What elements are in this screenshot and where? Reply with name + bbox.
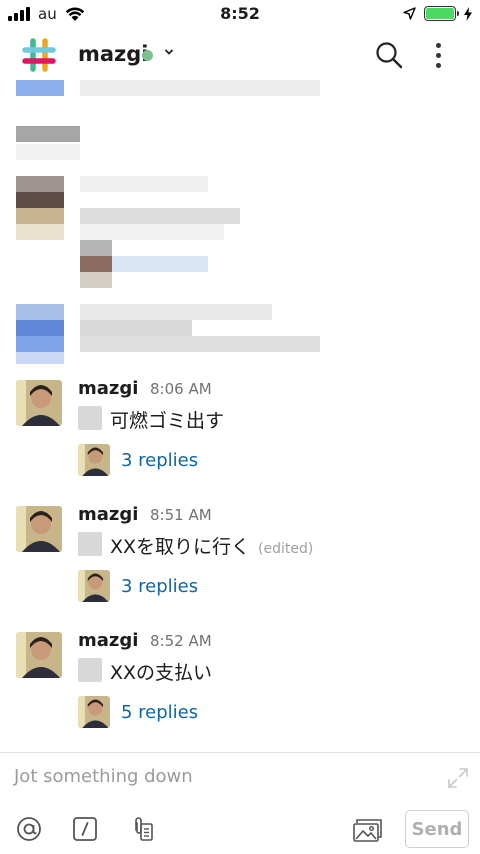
send-button[interactable]: Send bbox=[405, 810, 469, 848]
workspace-name[interactable]: mazgi bbox=[78, 42, 149, 66]
message-time: 8:06 AM bbox=[150, 380, 212, 398]
chevron-down-icon[interactable] bbox=[164, 48, 174, 56]
more-icon[interactable] bbox=[426, 40, 450, 70]
location-icon bbox=[403, 7, 416, 20]
avatar[interactable] bbox=[16, 632, 62, 678]
thread-avatar bbox=[78, 444, 110, 476]
message-author[interactable]: mazgi bbox=[78, 630, 138, 651]
message-input[interactable]: Jot something down bbox=[14, 766, 193, 787]
channel-header: mazgi bbox=[0, 30, 480, 80]
thread-replies-link[interactable]: 3 replies bbox=[121, 576, 198, 597]
emoji-icon bbox=[78, 658, 102, 682]
avatar[interactable] bbox=[16, 506, 62, 552]
message-author[interactable]: mazgi bbox=[78, 504, 138, 525]
charging-icon bbox=[464, 6, 472, 21]
emoji-icon bbox=[78, 406, 102, 430]
message-text: 可燃ゴミ出す bbox=[110, 410, 225, 432]
slash-command-icon[interactable] bbox=[71, 815, 99, 843]
message-time: 8:52 AM bbox=[150, 632, 212, 650]
message-text: XXを取りに行く (edited) bbox=[110, 536, 314, 558]
search-icon[interactable] bbox=[374, 40, 404, 70]
battery-icon bbox=[424, 6, 459, 21]
message-author[interactable]: mazgi bbox=[78, 378, 138, 399]
slack-logo-icon[interactable] bbox=[20, 36, 58, 74]
thread-avatar bbox=[78, 696, 110, 728]
battery-fill bbox=[426, 8, 454, 19]
photo-icon[interactable] bbox=[352, 815, 384, 843]
attachment-icon[interactable] bbox=[127, 815, 155, 843]
status-bar: au 8:52 bbox=[0, 0, 480, 28]
thread-replies-link[interactable]: 5 replies bbox=[121, 702, 198, 723]
expand-icon[interactable] bbox=[446, 766, 470, 790]
redacted-messages bbox=[0, 80, 480, 370]
message-text: XXの支払い bbox=[110, 662, 213, 684]
thread-avatar bbox=[78, 570, 110, 602]
edited-label: (edited) bbox=[258, 541, 314, 557]
presence-dot bbox=[142, 50, 153, 61]
thread-replies-link[interactable]: 3 replies bbox=[121, 450, 198, 471]
mention-icon[interactable] bbox=[15, 815, 43, 843]
emoji-icon bbox=[78, 532, 102, 556]
composer-divider bbox=[0, 752, 480, 753]
message-time: 8:51 AM bbox=[150, 506, 212, 524]
avatar[interactable] bbox=[16, 380, 62, 426]
